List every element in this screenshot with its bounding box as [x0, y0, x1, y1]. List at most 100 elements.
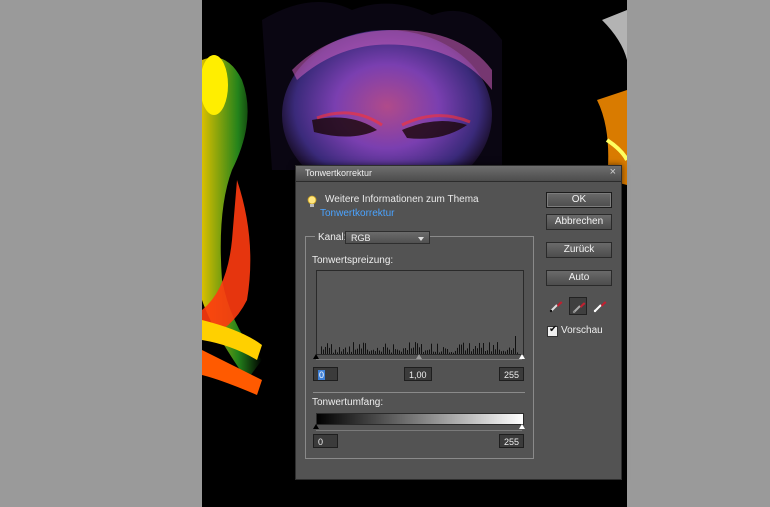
histogram-bar	[437, 343, 438, 354]
histogram-bar	[435, 351, 436, 354]
histogram-bar	[421, 344, 422, 354]
close-icon[interactable]: ×	[610, 166, 616, 178]
chevron-down-icon	[418, 237, 424, 241]
histogram-bar	[373, 349, 374, 354]
histogram-bar	[517, 352, 518, 354]
histogram-bar	[343, 349, 344, 354]
histogram-bar	[387, 347, 388, 354]
histogram-bar	[425, 350, 426, 354]
histogram-bar	[509, 347, 510, 354]
histogram-bar	[431, 343, 432, 354]
output-black-slider[interactable]	[313, 424, 319, 429]
output-white-field[interactable]: 255	[499, 434, 524, 448]
histogram-bar	[389, 349, 390, 354]
histogram-bar	[467, 348, 468, 354]
histogram-bar	[327, 343, 328, 354]
histogram-bar	[453, 352, 454, 354]
histogram-bar	[503, 350, 504, 354]
reset-button[interactable]: Zurück	[546, 242, 612, 258]
histogram-bar	[465, 350, 466, 354]
histogram-bar	[513, 348, 514, 354]
histogram-bar	[487, 350, 488, 354]
preview-checkbox[interactable]: ✔	[547, 324, 558, 337]
auto-button[interactable]: Auto	[546, 270, 612, 286]
input-gamma-value: 1,00	[409, 370, 427, 380]
histogram-bar	[397, 349, 398, 354]
histogram-bar	[489, 342, 490, 354]
histogram-bar	[477, 348, 478, 354]
checkmark-icon: ✔	[549, 324, 558, 335]
input-levels-label: Tonwertspreizung:	[312, 255, 394, 266]
histogram-bar	[479, 342, 480, 354]
histogram-bar	[499, 349, 500, 354]
histogram-bar	[463, 342, 464, 354]
histogram-bar	[333, 352, 334, 354]
histogram-bar	[357, 348, 358, 354]
histogram-bar	[365, 343, 366, 354]
histogram-bar	[417, 343, 418, 354]
levels-dialog: Tonwertkorrektur × Weitere Informationen…	[295, 165, 622, 480]
histogram-bar	[505, 351, 506, 354]
histogram-bar	[419, 347, 420, 354]
output-black-field[interactable]: 0	[313, 434, 338, 448]
help-link[interactable]: Tonwertkorrektur	[320, 208, 394, 219]
output-white-value: 255	[504, 437, 520, 447]
histogram-bar	[351, 351, 352, 354]
histogram-bar	[409, 342, 410, 354]
histogram-bar	[385, 343, 386, 354]
histogram-bar	[367, 349, 368, 354]
histogram-bar	[469, 343, 470, 354]
input-gamma-slider[interactable]	[416, 354, 422, 359]
ok-button[interactable]: OK	[546, 192, 612, 208]
histogram-bar	[451, 351, 452, 354]
histogram-graph	[321, 336, 518, 354]
histogram-bar	[363, 342, 364, 354]
input-black-field[interactable]: 0	[313, 367, 338, 381]
cancel-button[interactable]: Abbrechen	[546, 214, 612, 230]
dialog-titlebar[interactable]: Tonwertkorrektur ×	[296, 166, 621, 182]
black-eyedropper-icon[interactable]	[547, 297, 565, 315]
histogram-bar	[445, 348, 446, 354]
histogram-bar	[381, 351, 382, 354]
input-white-slider[interactable]	[519, 354, 525, 359]
histogram-bar	[411, 348, 412, 354]
histogram-bar	[345, 347, 346, 354]
white-eyedropper-icon[interactable]	[591, 297, 609, 315]
output-white-slider[interactable]	[519, 424, 525, 429]
histogram-bar	[353, 342, 354, 354]
output-levels-label: Tonwertumfang:	[312, 397, 384, 408]
histogram-bar	[415, 342, 416, 354]
histogram-bar	[511, 350, 512, 354]
histogram-bar	[341, 351, 342, 354]
histogram-bar	[471, 351, 472, 354]
histogram-bar	[377, 347, 378, 354]
histogram-bar	[457, 347, 458, 354]
channel-select[interactable]: RGB	[345, 231, 430, 244]
input-black-slider[interactable]	[313, 354, 319, 359]
histogram-bar	[429, 349, 430, 354]
input-white-value: 255	[504, 370, 520, 380]
histogram-bar	[395, 349, 396, 354]
output-slider-track	[316, 430, 522, 431]
histogram-bar	[331, 344, 332, 354]
histogram-bar	[371, 350, 372, 354]
histogram-bar	[321, 346, 322, 354]
histogram-bar	[475, 345, 476, 354]
histogram-bar	[459, 344, 460, 354]
input-gamma-field[interactable]: 1,00	[404, 367, 432, 381]
histogram-bar	[427, 350, 428, 354]
histogram-bar	[403, 348, 404, 354]
histogram-bar	[323, 349, 324, 354]
histogram-bar	[339, 347, 340, 354]
lightbulb-icon	[307, 195, 317, 207]
output-gradient-bar	[316, 413, 524, 425]
histogram-bar	[337, 352, 338, 354]
histogram-bar	[407, 350, 408, 354]
preview-label: Vorschau	[561, 325, 603, 336]
input-white-field[interactable]: 255	[499, 367, 524, 381]
histogram-bar	[347, 352, 348, 354]
gray-eyedropper-icon[interactable]	[569, 297, 587, 315]
histogram-bar	[443, 347, 444, 354]
histogram-bar	[495, 349, 496, 354]
histogram-bar	[349, 346, 350, 354]
